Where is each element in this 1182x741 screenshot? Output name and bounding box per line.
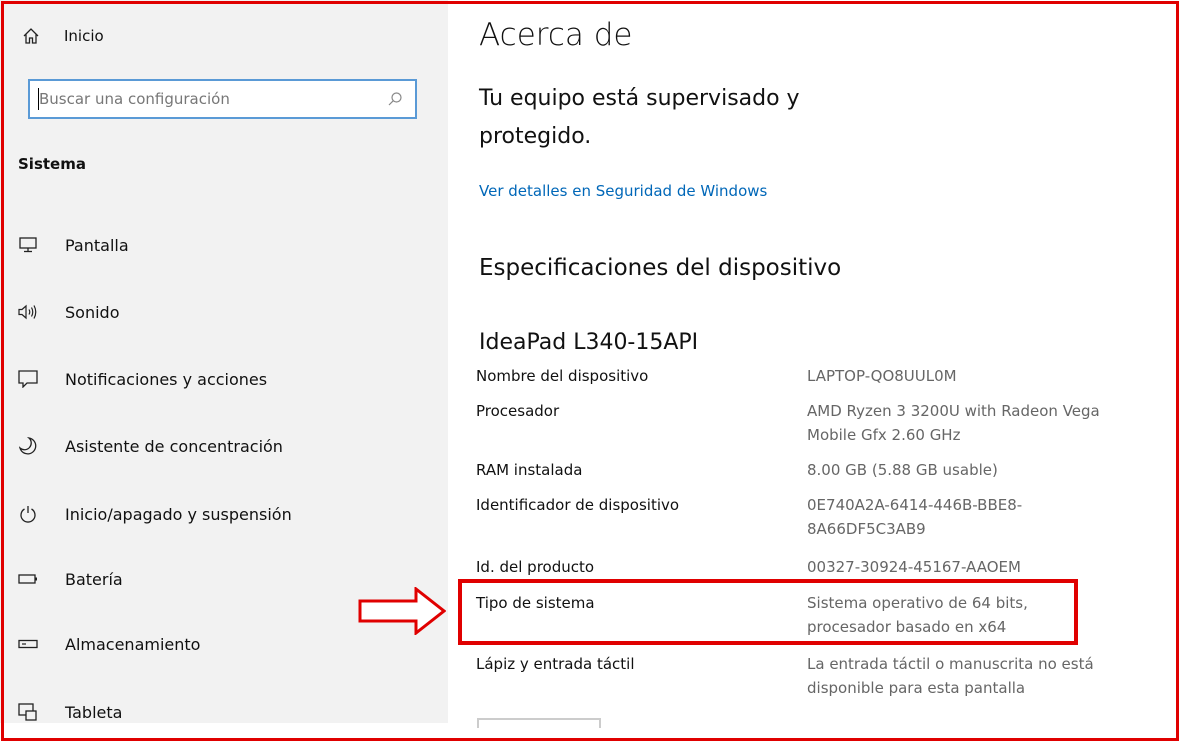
sidebar-item-notificaciones[interactable]: Notificaciones y acciones: [18, 365, 267, 393]
spec-value: 0E740A2A-6414-446B-BBE8-8A66DF5C3AB9: [807, 496, 1023, 538]
sidebar-item-label: Sonido: [65, 302, 120, 322]
battery-icon: [18, 569, 38, 589]
sidebar-item-bateria[interactable]: Batería: [18, 565, 123, 593]
spec-value: 00327-30924-45167-AAOEM: [807, 558, 1021, 576]
sidebar-item-tableta[interactable]: Tableta: [18, 698, 122, 726]
sidebar-item-label: Asistente de concentración: [65, 436, 283, 456]
sidebar-item-concentracion[interactable]: Asistente de concentración: [18, 432, 283, 460]
sidebar-item-label: Tableta: [65, 702, 123, 722]
home-nav-item[interactable]: Inicio: [22, 24, 104, 48]
annotation-highlight-box: [458, 579, 1078, 645]
spec-value: AMD Ryzen 3 3200U with Radeon Vega Mobil…: [807, 402, 1100, 444]
storage-icon: [18, 634, 38, 654]
spec-row-device-id: Identificador de dispositivo 0E740A2A-64…: [476, 493, 1116, 541]
spec-value: LAPTOP-QO8UUL0M: [807, 367, 957, 385]
sidebar-item-pantalla[interactable]: Pantalla: [18, 231, 129, 259]
sidebar-item-inicio-apagado[interactable]: Inicio/apagado y suspensión: [18, 500, 292, 528]
sidebar-item-label: Notificaciones y acciones: [65, 369, 268, 389]
sidebar-item-label: Batería: [65, 569, 123, 589]
spec-key: Id. del producto: [476, 558, 595, 576]
spec-key: Nombre del dispositivo: [476, 367, 649, 385]
search-placeholder: Buscar una configuración: [39, 90, 230, 108]
device-model: IdeaPad L340-15API: [479, 330, 699, 355]
sidebar-item-sonido[interactable]: Sonido: [18, 298, 119, 326]
spec-key: Identificador de dispositivo: [476, 496, 680, 514]
section-title-sistema: Sistema: [18, 155, 86, 173]
moon-icon: [18, 436, 38, 456]
monitor-icon: [18, 235, 38, 255]
spec-row-pen-touch: Lápiz y entrada táctil La entrada táctil…: [476, 652, 1116, 700]
spec-key: RAM instalada: [476, 461, 583, 479]
search-icon[interactable]: [387, 91, 403, 107]
windows-security-link[interactable]: Ver detalles en Seguridad de Windows: [479, 182, 767, 200]
speaker-icon: [18, 302, 38, 322]
notification-icon: [18, 369, 38, 389]
spec-row-product-id: Id. del producto 00327-30924-45167-AAOEM: [476, 555, 1116, 579]
security-status-text: Tu equipo está supervisado y protegido.: [479, 86, 800, 149]
sidebar-item-label: Almacenamiento: [65, 634, 201, 654]
spec-value: 8.00 GB (5.88 GB usable): [807, 461, 998, 479]
home-label: Inicio: [64, 27, 104, 45]
sidebar-item-label: Inicio/apagado y suspensión: [65, 504, 292, 524]
spec-key: Procesador: [476, 402, 560, 420]
search-settings-input[interactable]: Buscar una configuración: [28, 79, 417, 119]
copy-button[interactable]: [477, 718, 601, 728]
power-icon: [18, 504, 38, 524]
spec-key: Lápiz y entrada táctil: [476, 655, 635, 673]
spec-row-ram: RAM instalada 8.00 GB (5.88 GB usable): [476, 458, 1116, 482]
spec-row-processor: Procesador AMD Ryzen 3 3200U with Radeon…: [476, 399, 1116, 447]
specs-heading: Especificaciones del dispositivo: [479, 255, 842, 281]
tablet-icon: [18, 702, 38, 722]
annotation-arrow-icon: [358, 587, 446, 635]
spec-value: La entrada táctil o manuscrita no está d…: [807, 655, 1094, 697]
page-title: Acerca de: [479, 17, 633, 53]
sidebar-item-almacenamiento[interactable]: Almacenamiento: [18, 630, 200, 658]
sidebar-item-label: Pantalla: [65, 235, 129, 255]
home-icon: [22, 27, 40, 45]
spec-row-device-name: Nombre del dispositivo LAPTOP-QO8UUL0M: [476, 364, 1116, 388]
